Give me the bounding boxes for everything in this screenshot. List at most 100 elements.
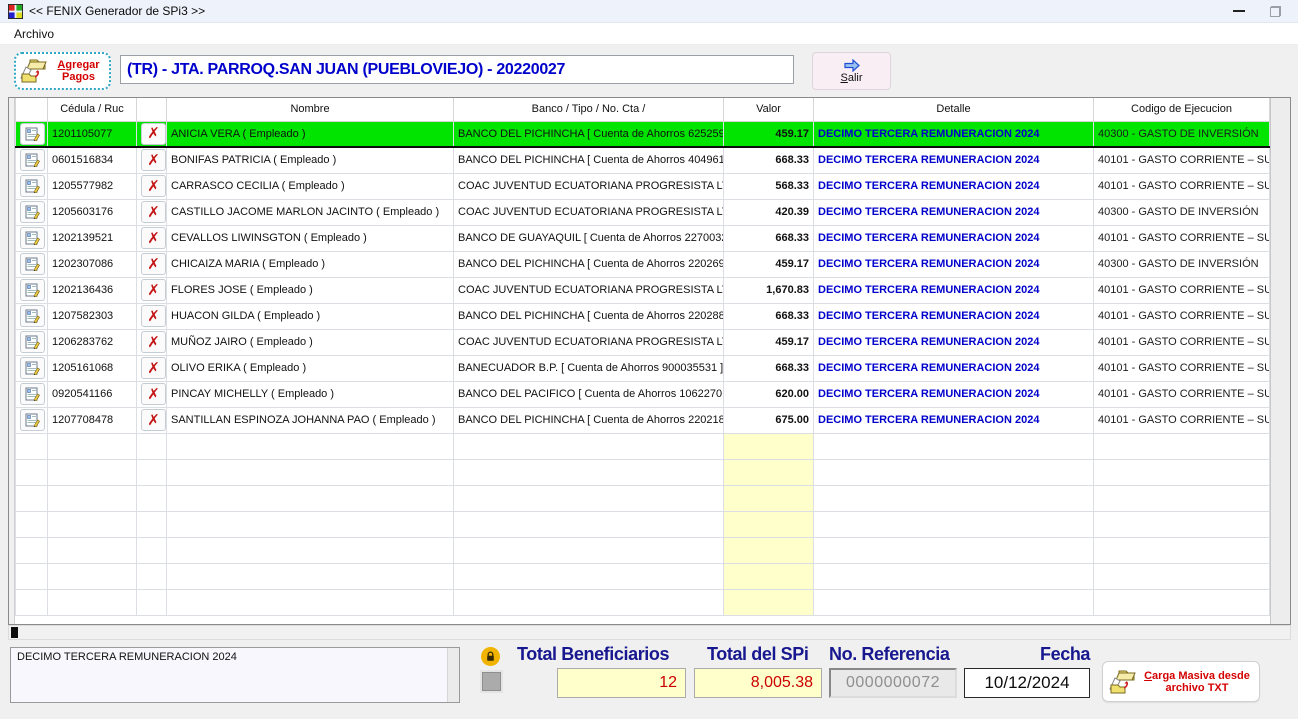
column-header: Codigo de Ejecucion	[1094, 98, 1270, 121]
codigo-cell: 40101 - GASTO CORRIENTE – SUELDOS	[1094, 407, 1270, 433]
valor-cell: 1,670.83	[724, 277, 814, 303]
banco-cell: BANCO DE GUAYAQUIL [ Cuenta de Ahorros 2…	[454, 225, 724, 251]
table-row[interactable]: 1206283762 ✗ MUÑOZ JAIRO ( Empleado ) CO…	[16, 329, 1271, 355]
edit-row-icon	[25, 361, 41, 375]
codigo-cell: 40101 - GASTO CORRIENTE – SUELDOS	[1094, 355, 1270, 381]
edit-row-button[interactable]	[20, 279, 45, 301]
valor-cell: 675.00	[724, 407, 814, 433]
agregar-pagos-label-2: Pagos	[62, 71, 95, 83]
banco-cell: COAC JUVENTUD ECUATORIANA PROGRESISTA LT…	[454, 329, 724, 355]
delete-row-button[interactable]: ✗	[141, 409, 166, 431]
codigo-cell: 40101 - GASTO CORRIENTE – SUELDOS	[1094, 277, 1270, 303]
edit-row-icon	[25, 231, 41, 245]
edit-row-button[interactable]	[20, 149, 45, 171]
delete-row-button[interactable]: ✗	[141, 253, 166, 275]
banco-cell: COAC JUVENTUD ECUATORIANA PROGRESISTA LT…	[454, 277, 724, 303]
horizontal-scrollbar-thumb[interactable]	[11, 627, 18, 638]
nombre-cell: OLIVO ERIKA ( Empleado )	[167, 355, 454, 381]
nombre-cell: SANTILLAN ESPINOZA JOHANNA PAO ( Emplead…	[167, 407, 454, 433]
delete-row-button[interactable]: ✗	[141, 305, 166, 327]
valor-cell: 459.17	[724, 251, 814, 277]
grid-header-row: Cédula / RucNombreBanco / Tipo / No. Cta…	[16, 98, 1271, 121]
delete-row-button[interactable]: ✗	[141, 279, 166, 301]
carga-masiva-button[interactable]: Carga Masiva desde archivo TXT	[1102, 661, 1260, 702]
delete-row-button[interactable]: ✗	[141, 175, 166, 197]
salir-button[interactable]: Salir	[812, 52, 891, 90]
column-header: Banco / Tipo / No. Cta /	[454, 98, 724, 121]
table-row[interactable]: 1201105077 ✗ ANICIA VERA ( Empleado ) BA…	[16, 121, 1271, 147]
fecha-field[interactable]: 10/12/2024	[964, 668, 1090, 698]
carga-masiva-label-2: archivo TXT	[1166, 682, 1229, 694]
edit-row-button[interactable]	[20, 227, 45, 249]
codigo-cell: 40101 - GASTO CORRIENTE – SUELDOS	[1094, 225, 1270, 251]
table-row[interactable]: 0920541166 ✗ PINCAY MICHELLY ( Empleado …	[16, 381, 1271, 407]
valor-cell: 459.17	[724, 329, 814, 355]
edit-row-button[interactable]	[20, 383, 45, 405]
delete-row-button[interactable]: ✗	[141, 331, 166, 353]
valor-cell: 668.33	[724, 355, 814, 381]
table-row[interactable]: 1202307086 ✗ CHICAIZA MARIA ( Empleado )…	[16, 251, 1271, 277]
delete-row-button[interactable]: ✗	[141, 383, 166, 405]
detalle-cell: DECIMO TERCERA REMUNERACION 2024	[814, 329, 1094, 355]
vertical-scrollbar[interactable]	[1270, 98, 1290, 624]
table-row[interactable]: 1205603176 ✗ CASTILLO JACOME MARLON JACI…	[16, 199, 1271, 225]
edit-row-button[interactable]	[20, 409, 45, 431]
edit-row-icon	[25, 153, 41, 167]
banco-cell: COAC JUVENTUD ECUATORIANA PROGRESISTA LT…	[454, 173, 724, 199]
minimize-button[interactable]	[1224, 1, 1254, 22]
menu-bar: Archivo	[0, 23, 1298, 45]
edit-row-button[interactable]	[20, 201, 45, 223]
detalle-cell: DECIMO TERCERA REMUNERACION 2024	[814, 303, 1094, 329]
minimize-icon	[1233, 10, 1245, 12]
edit-row-icon	[25, 257, 41, 271]
spi-title-input[interactable]	[120, 55, 794, 84]
column-header: Cédula / Ruc	[48, 98, 137, 121]
table-row[interactable]: 1205161068 ✗ OLIVO ERIKA ( Empleado ) BA…	[16, 355, 1271, 381]
empty-table-row	[16, 537, 1271, 563]
nombre-cell: PINCAY MICHELLY ( Empleado )	[167, 381, 454, 407]
cedula-cell: 1202139521	[48, 225, 137, 251]
detalle-comment-box[interactable]: DECIMO TERCERA REMUNERACION 2024	[10, 647, 460, 703]
edit-row-button[interactable]	[20, 331, 45, 353]
codigo-cell: 40101 - GASTO CORRIENTE – SUELDOS	[1094, 173, 1270, 199]
delete-row-button[interactable]: ✗	[141, 227, 166, 249]
fecha-value: 10/12/2024	[984, 673, 1069, 693]
column-header: Valor	[724, 98, 814, 121]
table-row[interactable]: 0601516834 ✗ BONIFAS PATRICIA ( Empleado…	[16, 147, 1271, 173]
codigo-cell: 40101 - GASTO CORRIENTE – SUELDOS	[1094, 303, 1270, 329]
comment-scrollbar[interactable]	[447, 648, 459, 702]
cedula-cell: 0601516834	[48, 147, 137, 173]
cedula-cell: 1206283762	[48, 329, 137, 355]
detalle-cell: DECIMO TERCERA REMUNERACION 2024	[814, 199, 1094, 225]
table-row[interactable]: 1202139521 ✗ CEVALLOS LIWINSGTON ( Emple…	[16, 225, 1271, 251]
detalle-cell: DECIMO TERCERA REMUNERACION 2024	[814, 225, 1094, 251]
salir-label: Salir	[840, 72, 862, 84]
referencia-label: No. Referencia	[829, 644, 949, 665]
cedula-cell: 1207708478	[48, 407, 137, 433]
delete-row-button[interactable]: ✗	[141, 201, 166, 223]
referencia-value: 0000000072	[846, 674, 940, 692]
table-row[interactable]: 1207582303 ✗ HUACON GILDA ( Empleado ) B…	[16, 303, 1271, 329]
gray-toggle-button[interactable]	[482, 672, 501, 691]
horizontal-scrollbar[interactable]	[8, 625, 1291, 640]
empty-table-row	[16, 563, 1271, 589]
restore-button[interactable]	[1260, 1, 1290, 22]
delete-row-button[interactable]: ✗	[141, 357, 166, 379]
edit-row-button[interactable]	[20, 305, 45, 327]
agregar-pagos-button[interactable]: Agregar Pagos	[14, 52, 111, 90]
table-row[interactable]: 1207708478 ✗ SANTILLAN ESPINOZA JOHANNA …	[16, 407, 1271, 433]
edit-row-button[interactable]	[20, 175, 45, 197]
delete-row-button[interactable]: ✗	[141, 149, 166, 171]
delete-x-icon: ✗	[147, 335, 160, 350]
nombre-cell: CASTILLO JACOME MARLON JACINTO ( Emplead…	[167, 199, 454, 225]
menu-archivo[interactable]: Archivo	[10, 25, 58, 43]
edit-row-button[interactable]	[20, 123, 45, 145]
edit-row-button[interactable]	[20, 357, 45, 379]
table-row[interactable]: 1205577982 ✗ CARRASCO CECILIA ( Empleado…	[16, 173, 1271, 199]
delete-row-button[interactable]: ✗	[141, 123, 166, 145]
edit-row-button[interactable]	[20, 253, 45, 275]
table-row[interactable]: 1202136436 ✗ FLORES JOSE ( Empleado ) CO…	[16, 277, 1271, 303]
valor-cell: 668.33	[724, 303, 814, 329]
nombre-cell: MUÑOZ JAIRO ( Empleado )	[167, 329, 454, 355]
nombre-cell: HUACON GILDA ( Empleado )	[167, 303, 454, 329]
